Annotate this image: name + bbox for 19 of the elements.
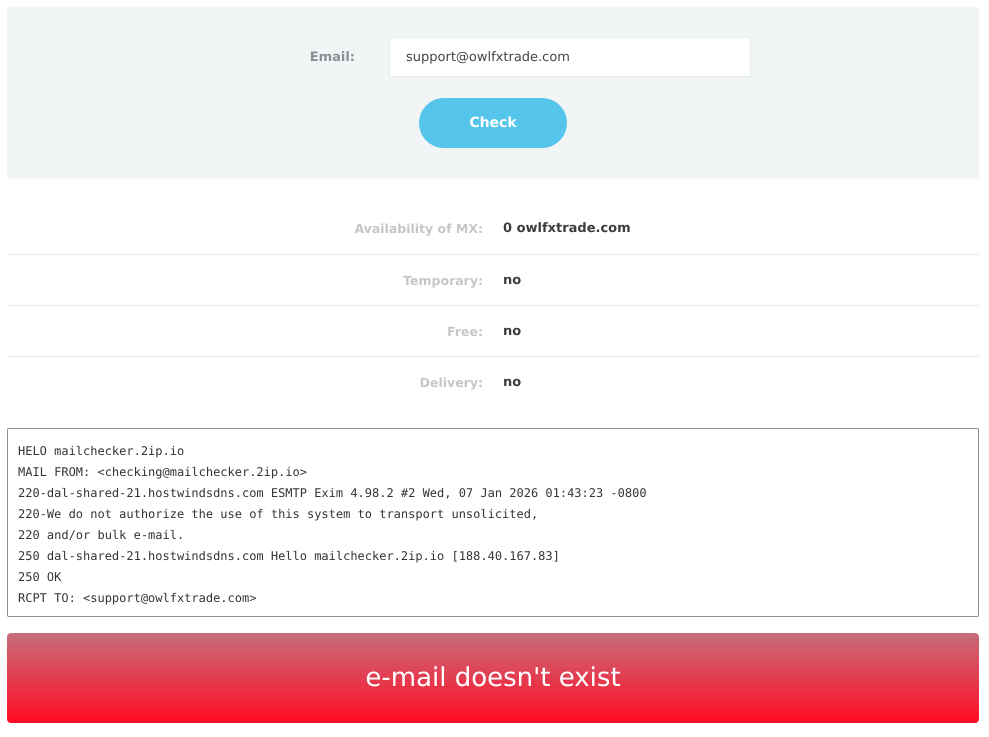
log-line: 220-We do not authorize the use of this system to transport unsolicited, — [18, 506, 540, 523]
detail-label: Availability of MX: — [353, 220, 483, 236]
log-line: 220-dal-shared-21.hostwindsdns.com ESMTP Exim 4.98.2 #2 Wed, 07 Jan 2026 01:43:23 -0800 — [18, 485, 648, 502]
detail-value: no — [503, 272, 522, 288]
detail-label: Free: — [446, 324, 483, 338]
detail-value: no — [503, 374, 522, 390]
log-line: MAIL FROM: <checking@mailchecker.2ip.io> — [18, 464, 308, 481]
email-field[interactable]: support@owlfxtrade.com — [389, 37, 751, 77]
result-text: e-mail doesn't exist — [365, 663, 621, 693]
log-line: 250 dal-shared-21.hostwindsdns.com Hello mailchecker.2ip.io [188.40.167.83] — [18, 548, 561, 565]
detail-value: 0 owlfxtrade.com — [503, 220, 631, 236]
log-line: RCPT TO: <support@owlfxtrade.com> — [18, 590, 258, 607]
log-line: 220 and/or bulk e-mail. — [18, 527, 186, 544]
email-label: Email: — [308, 50, 355, 64]
detail-label: Delivery: — [418, 374, 483, 390]
detail-label: Temporary: — [402, 272, 483, 288]
log-line: HELO mailchecker.2ip.io — [18, 443, 186, 460]
detail-value: no — [503, 324, 522, 338]
log-line: 250 OK — [18, 569, 62, 586]
